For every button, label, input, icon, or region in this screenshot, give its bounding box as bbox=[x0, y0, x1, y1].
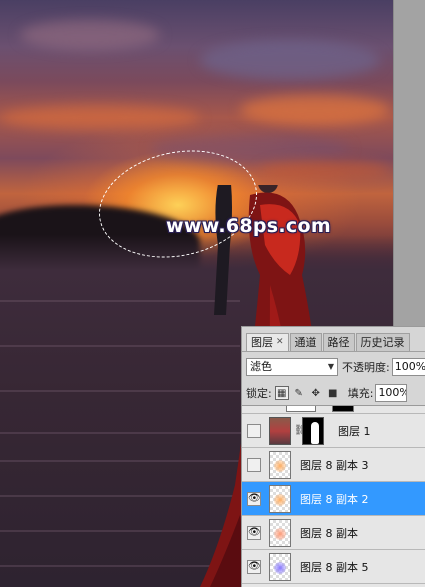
layer-name: 图层 8 副本 3 bbox=[300, 459, 369, 472]
layer-row-partial bbox=[242, 406, 425, 414]
cloud bbox=[240, 95, 390, 125]
visibility-toggle[interactable] bbox=[247, 458, 261, 472]
tab-layers[interactable]: 图层 ✕ bbox=[246, 333, 289, 351]
close-icon[interactable]: ✕ bbox=[276, 334, 284, 351]
mask-thumbnail[interactable] bbox=[302, 417, 324, 445]
layer-name: 图层 1 bbox=[338, 425, 371, 438]
visibility-toggle[interactable] bbox=[247, 424, 261, 438]
cloud bbox=[0, 105, 200, 130]
layer-thumbnail bbox=[286, 406, 316, 412]
layer-thumbnail bbox=[269, 485, 291, 513]
layer-thumbnail bbox=[269, 451, 291, 479]
divider bbox=[242, 351, 425, 352]
eye-icon[interactable]: 👁 bbox=[247, 526, 261, 540]
opacity-input[interactable]: 100% bbox=[391, 358, 425, 376]
layer-row[interactable]: 👁 图层 8 副本 5 bbox=[242, 550, 425, 584]
lock-move-icon[interactable]: ✥ bbox=[309, 386, 323, 400]
tab-paths[interactable]: 路径 bbox=[322, 333, 355, 351]
tab-history[interactable]: 历史记录 bbox=[355, 333, 410, 351]
layer-thumbnail bbox=[269, 519, 291, 547]
cloud bbox=[200, 40, 380, 80]
opacity-label: 不透明度: bbox=[342, 361, 390, 374]
blend-opacity-row: 滤色 ▼ 不透明度: 100% bbox=[246, 357, 425, 377]
layer-name: 图层 8 副本 5 bbox=[300, 561, 369, 574]
eye-icon[interactable]: 👁 bbox=[247, 492, 261, 506]
lock-transparency-icon[interactable]: ▦ bbox=[274, 386, 289, 400]
layer-row-selected[interactable]: 👁 图层 8 副本 2 bbox=[242, 482, 425, 516]
tab-label: 路径 bbox=[327, 336, 350, 349]
layer-row[interactable]: 👁 图层 8 副本 bbox=[242, 516, 425, 550]
lock-brush-icon[interactable]: ✎ bbox=[292, 386, 306, 400]
fill-label: 填充: bbox=[347, 387, 374, 400]
layer-name: 图层 8 副本 bbox=[300, 527, 358, 540]
panel-tabs: 图层 ✕ 通道 路径 历史记录 bbox=[242, 333, 425, 351]
layer-thumbnail bbox=[269, 417, 291, 445]
mask-thumbnail bbox=[332, 406, 354, 412]
lock-fill-row: 锁定: ▦ ✎ ✥ ■ 填充: 100% bbox=[246, 383, 425, 403]
tab-label: 图层 bbox=[251, 336, 273, 349]
layer-row[interactable]: 图层 8 副本 3 bbox=[242, 448, 425, 482]
layer-name: 图层 8 副本 2 bbox=[300, 493, 369, 506]
blend-mode-value: 滤色 bbox=[250, 360, 272, 373]
lock-label: 锁定: bbox=[246, 387, 272, 400]
layer-row[interactable]: ⛓ 图层 1 bbox=[242, 414, 425, 448]
cloud bbox=[260, 160, 390, 180]
eye-icon[interactable]: 👁 bbox=[247, 560, 261, 574]
workspace-gutter bbox=[393, 0, 425, 326]
tab-label: 历史记录 bbox=[360, 336, 405, 349]
blend-mode-select[interactable]: 滤色 ▼ bbox=[246, 358, 338, 376]
layer-list[interactable]: ⛓ 图层 1 图层 8 副本 3 👁 图层 8 副本 2 👁 图层 8 副本 👁… bbox=[242, 405, 425, 587]
tab-channels[interactable]: 通道 bbox=[289, 333, 322, 351]
lock-all-icon[interactable]: ■ bbox=[326, 386, 340, 400]
layer-thumbnail bbox=[269, 553, 291, 581]
watermark-text: www.68ps.com bbox=[166, 215, 331, 237]
cloud bbox=[20, 20, 160, 50]
chevron-down-icon: ▼ bbox=[327, 362, 334, 371]
tab-label: 通道 bbox=[294, 336, 317, 349]
fill-input[interactable]: 100% bbox=[375, 384, 408, 402]
layers-panel: 图层 ✕ 通道 路径 历史记录 滤色 ▼ 不透明度: 100% 锁定: ▦ ✎ … bbox=[241, 326, 425, 587]
